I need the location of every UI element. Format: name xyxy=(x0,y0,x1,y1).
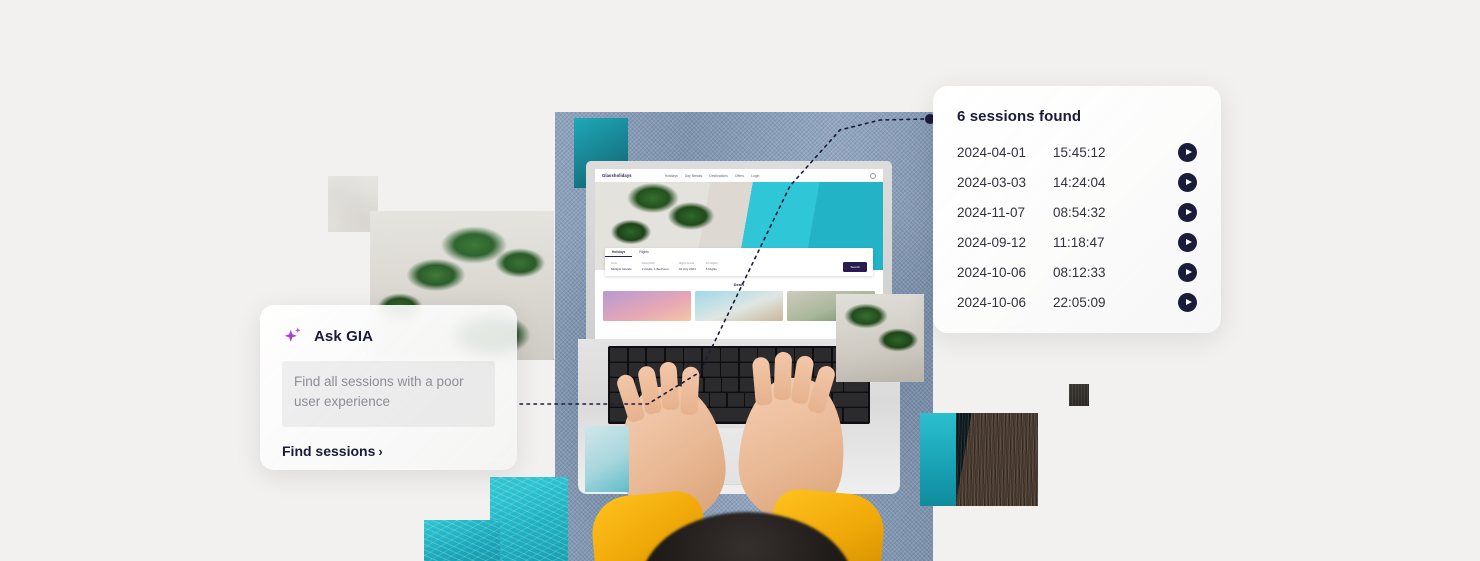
session-date: 2024-09-12 xyxy=(957,234,1027,250)
sparkle-icon xyxy=(284,327,301,342)
site-search-tab: Holidays xyxy=(605,248,633,257)
ask-gia-header: Ask GIA xyxy=(282,325,495,347)
find-sessions-label: Find sessions xyxy=(282,443,376,459)
table-row[interactable]: 2024-09-12 11:18:47 xyxy=(957,227,1197,257)
site-search-tab: Flights xyxy=(639,250,649,255)
session-date: 2024-11-07 xyxy=(957,204,1026,220)
teal-strip-tile xyxy=(920,413,956,506)
site-search-field: For Nights 5 Nights xyxy=(706,262,718,270)
ask-gia-card[interactable]: Ask GIA Find all sessions with a poor us… xyxy=(260,305,517,470)
ask-gia-prompt-input[interactable]: Find all sessions with a poor user exper… xyxy=(282,361,495,427)
site-logo: Glassholidays xyxy=(602,173,632,178)
deal-card xyxy=(695,291,783,321)
dark-texture-photo xyxy=(956,413,1038,506)
session-date: 2024-04-01 xyxy=(957,144,1027,160)
site-nav-links: Holidays Day Breaks Destinations Offers … xyxy=(665,174,760,178)
pool-tile-light xyxy=(585,426,629,492)
dark-square-tile xyxy=(1069,384,1089,406)
field-value: 5 Nights xyxy=(705,266,717,271)
site-search-button: Search xyxy=(843,261,867,272)
site-search-field: From Multiple Islands xyxy=(611,262,632,270)
play-session-button[interactable] xyxy=(1178,172,1197,192)
table-row[interactable]: 2024-04-01 15:45:12 xyxy=(957,137,1197,167)
table-row[interactable]: 2024-11-07 08:54:32 xyxy=(957,197,1197,227)
play-session-button[interactable] xyxy=(1178,142,1197,162)
table-row[interactable]: 2024-10-06 08:12:33 xyxy=(957,257,1197,287)
session-time: 15:45:12 xyxy=(1053,144,1106,160)
session-date: 2024-10-06 xyxy=(957,264,1027,280)
table-row[interactable]: 2024-10-06 22:05:09 xyxy=(957,287,1197,317)
session-time: 08:12:33 xyxy=(1053,264,1106,280)
session-time: 08:54:32 xyxy=(1053,204,1106,220)
site-nav-link: Login xyxy=(751,173,760,178)
pool-tile-large xyxy=(490,477,568,561)
site-search-field: Going With 2 Adults, 1 Bedroom xyxy=(642,262,669,270)
chevron-right-icon: › xyxy=(378,443,383,459)
pool-tile-small xyxy=(424,520,500,561)
field-label: Going With xyxy=(641,262,655,266)
site-search-fields: From Multiple Islands Going With 2 Adult… xyxy=(605,257,873,276)
session-date: 2024-10-06 xyxy=(957,294,1027,310)
session-time: 11:18:47 xyxy=(1053,234,1105,250)
site-nav-link: Holidays xyxy=(664,173,678,178)
play-session-button[interactable] xyxy=(1178,202,1197,222)
field-label: Nights Arrival xyxy=(678,262,694,266)
session-time: 14:24:04 xyxy=(1053,174,1106,190)
session-date: 2024-03-03 xyxy=(957,174,1027,190)
site-nav-link: Offers xyxy=(734,173,745,178)
hero-composition: Glassholidays Holidays Day Breaks Destin… xyxy=(0,0,1480,561)
play-session-button[interactable] xyxy=(1178,232,1197,252)
site-search-panel: Holidays Flights From Multiple Islands G… xyxy=(605,248,873,276)
field-label: For Nights xyxy=(705,262,718,266)
play-session-button[interactable] xyxy=(1178,292,1197,312)
field-value: 04 July 2024 xyxy=(678,266,696,271)
site-navbar: Glassholidays Holidays Day Breaks Destin… xyxy=(595,169,883,182)
field-value: 2 Adults, 1 Bedroom xyxy=(641,266,669,271)
field-value: Multiple Islands xyxy=(611,266,632,271)
table-row[interactable]: 2024-03-03 14:24:04 xyxy=(957,167,1197,197)
field-label: From xyxy=(611,262,618,266)
session-time: 22:05:09 xyxy=(1053,294,1106,310)
site-nav-link: Day Breaks xyxy=(684,173,703,178)
site-search-tabs: Holidays Flights xyxy=(605,248,873,257)
site-search-icon xyxy=(870,172,876,179)
keyboard-row xyxy=(610,348,868,362)
find-sessions-button[interactable]: Find sessions › xyxy=(282,443,383,459)
ask-gia-title: Ask GIA xyxy=(314,327,374,345)
play-session-button[interactable] xyxy=(1178,262,1197,282)
palm-photo-right xyxy=(836,294,924,382)
site-search-field: Nights Arrival 04 July 2024 xyxy=(679,262,696,270)
sessions-found-title: 6 sessions found xyxy=(957,108,1082,125)
sessions-results-card: 6 sessions found 2024-04-01 15:45:12 202… xyxy=(933,86,1221,333)
site-nav-link: Destinations xyxy=(709,173,728,178)
site-hero-image: Holidays Flights From Multiple Islands G… xyxy=(595,182,883,276)
deal-card xyxy=(603,291,691,321)
